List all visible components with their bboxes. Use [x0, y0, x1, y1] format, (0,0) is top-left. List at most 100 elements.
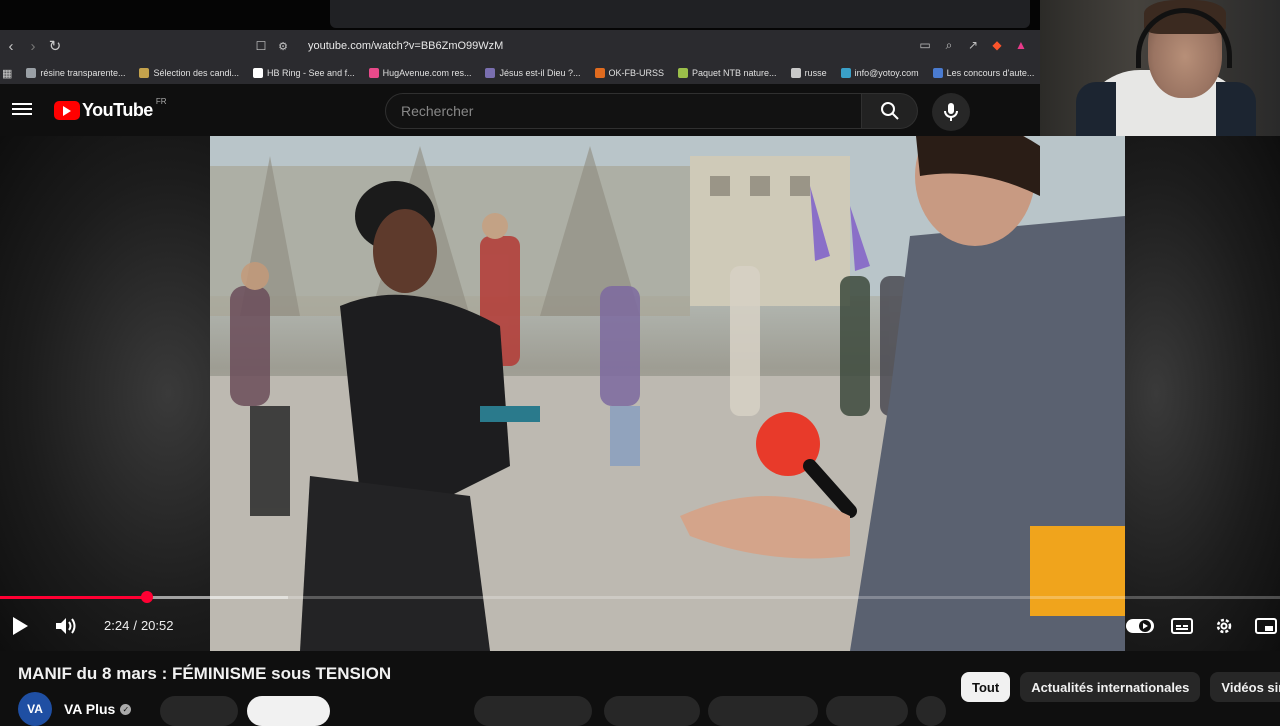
- miniplayer-button[interactable]: [1254, 611, 1278, 641]
- menu-icon[interactable]: [12, 100, 32, 120]
- play-icon: [13, 617, 28, 635]
- bookmark-favicon-icon: [790, 68, 801, 78]
- bookmarks-bar: ▦ résine transparente... Sélection des ca…: [0, 62, 1040, 84]
- bookmark-item[interactable]: info@yotoy.com: [840, 68, 919, 78]
- bookmark-item[interactable]: Paquet NTB nature...: [678, 68, 777, 78]
- channel-row[interactable]: VA VA Plus ✓: [18, 692, 132, 726]
- bookmark-favicon-icon: [485, 68, 496, 78]
- like-button[interactable]: [474, 696, 592, 726]
- search-button[interactable]: [862, 93, 918, 129]
- bookmark-label: Sélection des candi...: [153, 68, 240, 78]
- progress-bar[interactable]: [0, 591, 1280, 603]
- duration: 20:52: [140, 618, 174, 633]
- video-info: MANIF du 8 mars : FÉMINISME sous TENSION…: [0, 651, 1280, 726]
- tab-strip: [330, 0, 1030, 28]
- video-title: MANIF du 8 mars : FÉMINISME sous TENSION: [18, 664, 392, 683]
- bookmark-label: résine transparente...: [40, 68, 126, 78]
- search-icon: [880, 102, 899, 120]
- bookmark-label: russe: [804, 68, 827, 78]
- bookmark-favicon-icon: [932, 68, 943, 78]
- bookmark-label: HugAvenue.com res...: [382, 68, 472, 78]
- youtube-header: YouTube FR: [0, 84, 1040, 136]
- settings-button[interactable]: [1212, 611, 1236, 641]
- current-time: 2:24: [104, 618, 130, 633]
- country-code: FR: [155, 97, 167, 106]
- video-scene-image: [210, 136, 1125, 651]
- bookmark-favicon-icon: [26, 68, 37, 78]
- bookmark-label: Les concours d'aute...: [946, 68, 1035, 78]
- subtitles-icon: [1171, 618, 1193, 634]
- browser-toolbar: ‹ › ↻ ☐ ⚙ youtube.com/watch?v=BB6ZmO99Wz…: [0, 30, 1040, 62]
- bookmark-item[interactable]: OK-FB-URSS: [594, 68, 665, 78]
- bookmark-favicon-icon: [253, 68, 264, 78]
- bookmark-label: Jésus est-il Dieu ?...: [499, 68, 581, 78]
- bookmark-favicon-icon: [678, 68, 689, 78]
- reload-icon[interactable]: ↻: [44, 35, 66, 57]
- search-box: [385, 93, 862, 129]
- played-bar: [0, 596, 148, 599]
- share-icon[interactable]: ↗: [964, 36, 982, 54]
- chip-0[interactable]: Tout: [961, 672, 1011, 702]
- bookmark-favicon-icon: [840, 68, 851, 78]
- browser-top-strip: [0, 0, 1040, 30]
- apps-grid-icon[interactable]: ▦: [2, 65, 12, 81]
- channel-name[interactable]: VA Plus: [64, 701, 115, 717]
- forward-icon[interactable]: ›: [22, 35, 44, 57]
- ambient-left: [0, 136, 210, 651]
- zoom-icon[interactable]: ⌕: [940, 36, 958, 54]
- back-icon[interactable]: ‹: [0, 35, 22, 57]
- bookmark-favicon-icon: [594, 68, 605, 78]
- play-button[interactable]: [8, 611, 32, 641]
- bookmark-icon[interactable]: ☐: [250, 35, 272, 57]
- url-text[interactable]: youtube.com/watch?v=BB6ZmO99WzM: [308, 40, 503, 52]
- recommendation-chips: Tout Actualités internationales Vidéos sim…: [961, 672, 1280, 702]
- overflow-button[interactable]: [916, 696, 946, 726]
- video-frame[interactable]: [210, 136, 1125, 651]
- subtitles-button[interactable]: [1170, 611, 1194, 641]
- verified-icon: ✓: [120, 703, 132, 715]
- webcam-overlay: [1040, 0, 1280, 136]
- video-player[interactable]: 2:24/20:52: [0, 136, 1280, 651]
- bookmark-item[interactable]: HB Ring - See and f...: [253, 68, 355, 78]
- bookmark-item[interactable]: HugAvenue.com res...: [368, 68, 472, 78]
- voice-search-button[interactable]: [932, 93, 970, 131]
- youtube-logo[interactable]: YouTube FR: [54, 97, 167, 121]
- channel-avatar[interactable]: VA: [18, 692, 52, 726]
- subscribe-button[interactable]: [247, 696, 330, 726]
- bookmark-favicon-icon: [139, 68, 150, 78]
- logo-text: YouTube: [82, 100, 153, 120]
- address-bar[interactable]: ☐ ⚙ youtube.com/watch?v=BB6ZmO99WzM ▭ ⌕ …: [250, 34, 1030, 58]
- bookmark-item[interactable]: russe: [790, 68, 827, 78]
- ambient-right: [1125, 136, 1280, 651]
- player-controls: 2:24/20:52: [0, 611, 1280, 641]
- bookmark-label: OK-FB-URSS: [608, 68, 665, 78]
- volume-icon: [56, 618, 76, 634]
- bookmark-label: info@yotoy.com: [854, 68, 919, 78]
- gear-icon: [1216, 618, 1232, 634]
- rewards-icon[interactable]: ▲: [1012, 36, 1030, 54]
- site-settings-icon[interactable]: ⚙: [272, 35, 294, 57]
- microphone-icon: [944, 103, 958, 121]
- cast-icon[interactable]: ▭: [916, 36, 934, 54]
- share-button[interactable]: [604, 696, 700, 726]
- join-button[interactable]: [160, 696, 238, 726]
- search-input[interactable]: [386, 94, 861, 128]
- bookmark-label: Paquet NTB nature...: [692, 68, 777, 78]
- bookmark-item[interactable]: Jésus est-il Dieu ?...: [485, 68, 581, 78]
- bookmark-label: HB Ring - See and f...: [267, 68, 355, 78]
- chip-2[interactable]: Vidéos simila: [1210, 672, 1280, 702]
- save-button[interactable]: [708, 696, 818, 726]
- time-display: 2:24/20:52: [104, 618, 174, 633]
- youtube-play-logo-icon: [54, 101, 80, 120]
- bookmark-favicon-icon: [368, 68, 379, 78]
- miniplayer-icon: [1255, 618, 1277, 634]
- volume-button[interactable]: [52, 611, 80, 641]
- autoplay-toggle[interactable]: [1126, 611, 1154, 641]
- bookmark-item[interactable]: résine transparente...: [26, 68, 125, 78]
- bookmark-item[interactable]: Les concours d'aute...: [932, 68, 1035, 78]
- more-button[interactable]: [826, 696, 908, 726]
- brave-shield-icon[interactable]: ◆: [988, 36, 1006, 54]
- chip-1[interactable]: Actualités internationales: [1020, 672, 1201, 702]
- bookmark-item[interactable]: Sélection des candi...: [139, 68, 239, 78]
- autoplay-icon: [1126, 619, 1154, 633]
